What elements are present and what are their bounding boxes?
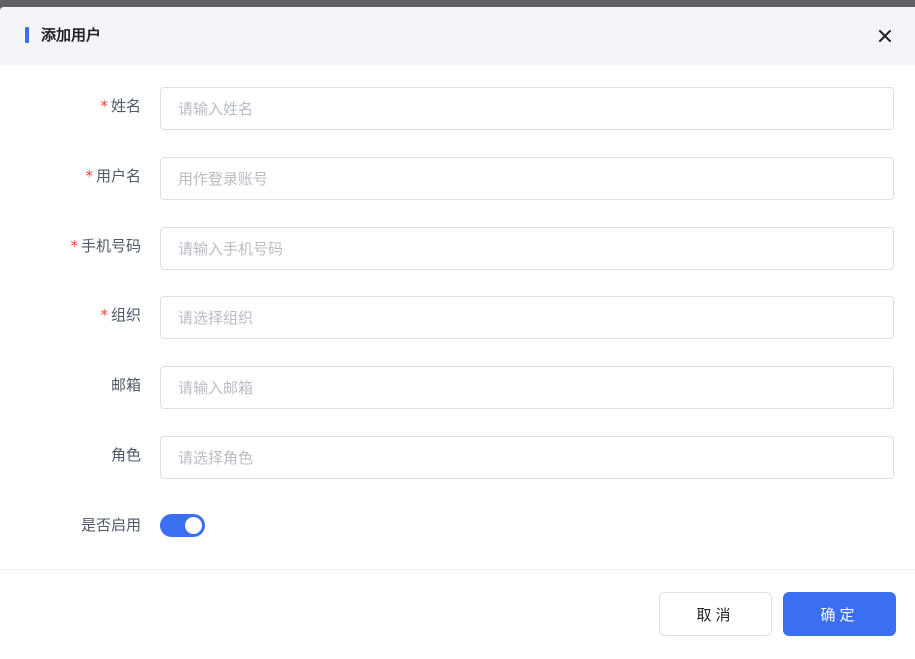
email-input[interactable] bbox=[160, 366, 894, 409]
footer-divider bbox=[0, 569, 915, 570]
add-user-dialog: 添加用户 *姓名 *用户名 *手机号码 *组织 邮箱 角色 是否启用 取消 确定 bbox=[0, 7, 915, 659]
required-mark: * bbox=[100, 306, 108, 324]
close-icon[interactable] bbox=[877, 28, 893, 44]
enabled-label: 是否启用 bbox=[80, 516, 141, 534]
organization-label: * 组织 bbox=[100, 306, 141, 324]
form-row-email: 邮箱 bbox=[0, 366, 915, 412]
toggle-knob bbox=[185, 517, 202, 534]
form-row-enabled: 是否启用 bbox=[0, 506, 915, 552]
form-row-role: 角色 bbox=[0, 436, 915, 482]
cancel-button[interactable]: 取消 bbox=[659, 592, 772, 636]
name-input[interactable] bbox=[160, 87, 894, 130]
username-label: * 用户名 bbox=[85, 167, 141, 185]
confirm-button[interactable]: 确定 bbox=[783, 592, 896, 636]
name-label: * 姓名 bbox=[100, 97, 141, 115]
form-row-name: * 姓名 bbox=[0, 87, 915, 133]
organization-select[interactable] bbox=[160, 296, 894, 339]
dialog-header: 添加用户 bbox=[0, 7, 915, 65]
phone-label: * 手机号码 bbox=[70, 237, 141, 255]
role-select[interactable] bbox=[160, 436, 894, 479]
required-mark: * bbox=[70, 237, 78, 255]
required-mark: * bbox=[85, 167, 93, 185]
role-label: 角色 bbox=[110, 446, 141, 464]
form-row-phone: * 手机号码 bbox=[0, 227, 915, 273]
email-label: 邮箱 bbox=[110, 376, 141, 394]
username-input[interactable] bbox=[160, 157, 894, 200]
required-mark: * bbox=[100, 97, 108, 115]
enabled-toggle[interactable] bbox=[160, 514, 205, 537]
form-row-username: * 用户名 bbox=[0, 157, 915, 203]
phone-input[interactable] bbox=[160, 227, 894, 270]
form-row-organization: * 组织 bbox=[0, 296, 915, 342]
title-accent-bar bbox=[25, 27, 29, 43]
dialog-title: 添加用户 bbox=[41, 26, 102, 44]
